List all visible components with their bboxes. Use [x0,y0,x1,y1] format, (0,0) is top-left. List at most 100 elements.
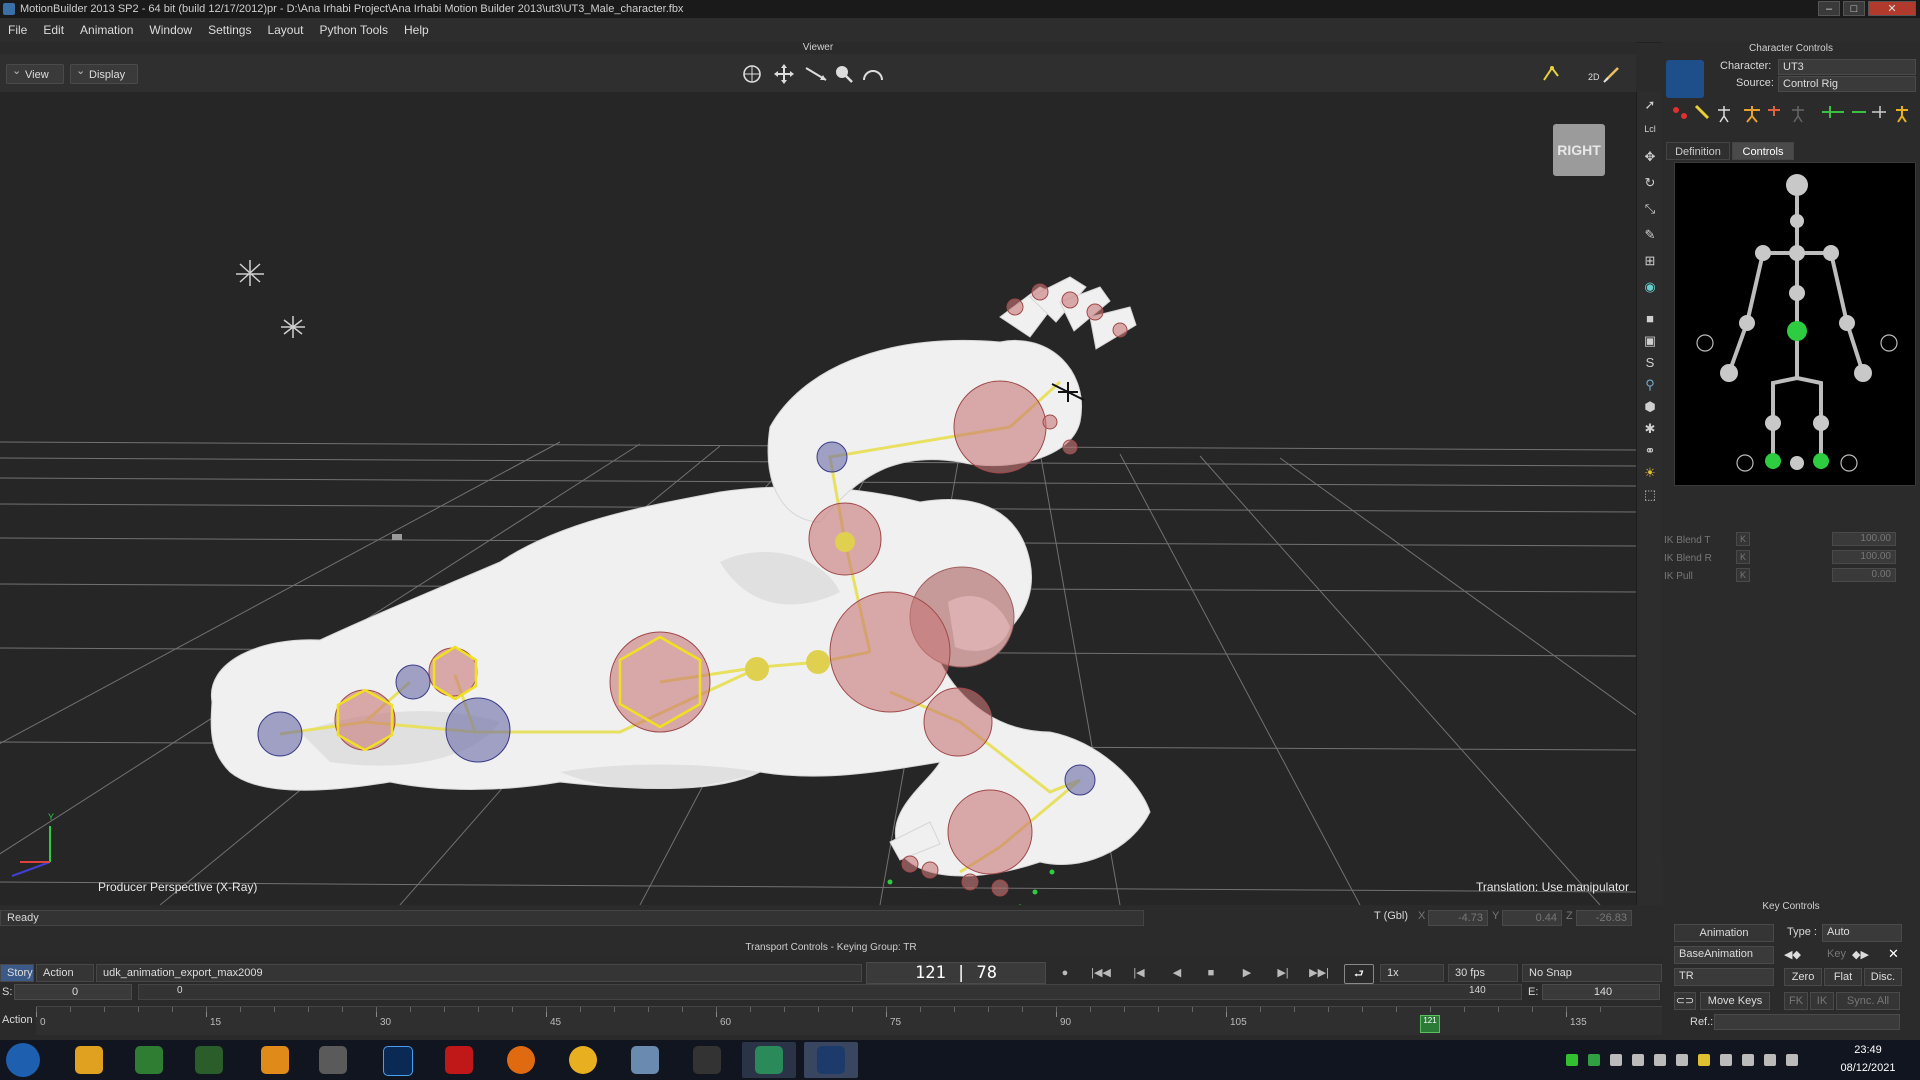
flat-button[interactable]: Flat [1824,968,1862,986]
light-icon[interactable] [236,260,264,286]
frame-icon[interactable]: ⬚ [1641,486,1659,504]
key-button[interactable]: Key [1827,948,1846,960]
ghost-icon[interactable] [1792,106,1804,123]
play-icon[interactable]: ▶ [1236,964,1258,982]
frame-counter[interactable]: 121 | 78 [866,962,1046,984]
current-frame-marker[interactable]: 121 [1420,1015,1440,1033]
taskbar-video-editor[interactable] [680,1042,734,1078]
zoom-icon[interactable] [836,66,853,83]
tab-definition[interactable]: Definition [1666,142,1730,160]
type-select[interactable]: Auto [1822,924,1902,942]
pin-icon[interactable] [1694,104,1710,120]
tray-display-icon[interactable] [1786,1054,1798,1066]
menu-edit[interactable]: Edit [35,18,72,42]
source-select[interactable]: Control Rig [1778,76,1916,92]
disc-button[interactable]: Disc. [1864,968,1902,986]
x-value-field[interactable]: -4.73 [1428,910,1488,926]
range-slider[interactable]: 0 140 [138,984,1522,1000]
zero-button[interactable]: Zero [1784,968,1822,986]
clock-date[interactable]: 08/12/2021 [1828,1062,1908,1074]
loop-icon[interactable]: ⮐ [1344,964,1374,984]
key-mode-select[interactable]: Animation [1674,924,1774,942]
tray-check-icon[interactable] [1610,1054,1622,1066]
tray-monitor-icon[interactable] [1632,1054,1644,1066]
dolly-icon[interactable] [805,67,827,81]
taskbar-firefox[interactable] [494,1042,548,1078]
view-cube[interactable]: RIGHT [1553,124,1605,176]
play-backward-icon[interactable]: ◀ [1166,964,1188,982]
reach-icon[interactable] [1822,106,1844,118]
full-body-icon[interactable] [1673,107,1687,119]
transform-icon[interactable]: ✎ [1641,226,1659,244]
action-select[interactable]: Action [36,964,94,982]
tray-signal-icon[interactable] [1742,1054,1754,1066]
ik-blend-t-value[interactable]: 100.00 [1832,532,1896,546]
clock-time[interactable]: 23:49 [1828,1044,1908,1056]
go-end-icon[interactable]: ▶▶| [1308,964,1330,982]
release-pin-icon[interactable] [1768,106,1780,116]
taskbar-weather[interactable] [62,1042,116,1078]
character-body-map[interactable] [1674,162,1916,486]
tray-usb-icon[interactable] [1654,1054,1666,1066]
display-menu-button[interactable]: Display [70,61,138,84]
ik-blend-r-key-button[interactable]: K [1736,550,1750,564]
next-frame-icon[interactable]: ▶| [1272,964,1294,982]
view-menu-button[interactable]: View [6,61,64,84]
menu-python-tools[interactable]: Python Tools [311,18,396,42]
channel-select[interactable]: TR [1674,968,1774,986]
select-arrow-icon[interactable]: ➚ [1641,96,1659,114]
tray-window-icon[interactable] [1676,1054,1688,1066]
wand-icon[interactable]: ⚲ [1641,376,1659,394]
brush-icon[interactable] [1603,67,1619,83]
keying-toggle-icon[interactable]: ⊂⊃ [1674,992,1696,1010]
hexagon-icon[interactable]: ⬢ [1641,398,1659,416]
skeleton-mode-icon[interactable] [1744,106,1760,123]
menu-help[interactable]: Help [396,18,437,42]
cube-icon[interactable]: ■ [1641,310,1659,328]
take-select[interactable]: udk_animation_export_max2009 [96,964,862,982]
taskbar-tools[interactable] [306,1042,360,1078]
story-button[interactable]: Story [0,964,34,982]
orbit-icon[interactable] [743,65,761,83]
ik-button[interactable]: IK [1810,992,1834,1010]
curve-icon[interactable]: S [1641,354,1659,372]
fps-select[interactable]: 30 fps [1448,964,1518,982]
taskbar-excel[interactable] [122,1042,176,1078]
ik-blend-r-value[interactable]: 100.00 [1832,550,1896,564]
taskbar-network[interactable] [618,1042,672,1078]
tray-sync-icon[interactable] [1566,1054,1578,1066]
z-value-field[interactable]: -26.83 [1576,910,1632,926]
sync-all-button[interactable]: Sync. All [1836,992,1900,1010]
go-start-icon[interactable]: |◀◀ [1090,964,1112,982]
previous-key-icon[interactable]: ◀◆ [1784,948,1801,961]
y-value-field[interactable]: 0.44 [1502,910,1562,926]
start-frame-field[interactable]: 0 [14,984,132,1000]
pivot-icon[interactable]: ⊞ [1641,252,1659,270]
taskbar-terminal[interactable] [182,1042,236,1078]
rotate-icon[interactable]: ↻ [1641,174,1659,192]
fk-button[interactable]: FK [1784,992,1808,1010]
cube-outline-icon[interactable]: ▣ [1641,332,1659,350]
trajectory-icon[interactable] [1543,66,1559,81]
previous-frame-icon[interactable]: |◀ [1128,964,1150,982]
menu-window[interactable]: Window [141,18,200,42]
taskbar-chrome[interactable] [556,1042,610,1078]
character-logo-icon[interactable] [1666,60,1704,98]
light-icon[interactable] [281,316,305,338]
taskbar-sublime[interactable] [248,1042,302,1078]
skeleton-icon[interactable]: ✱ [1641,420,1659,438]
ik-blend-t-key-button[interactable]: K [1736,532,1750,546]
speed-select[interactable]: 1x [1380,964,1444,982]
close-button[interactable]: ✕ [1868,1,1916,16]
menu-animation[interactable]: Animation [72,18,141,42]
3d-viewport[interactable]: Y RIGHT Producer Perspective (X-Ray) Tra… [0,92,1636,905]
start-button-icon[interactable] [6,1043,40,1077]
body-part-icon[interactable] [1718,106,1730,123]
tray-volume-icon[interactable] [1764,1054,1776,1066]
tab-controls[interactable]: Controls [1732,142,1794,160]
2d-mode-label[interactable]: 2D [1588,72,1600,82]
sun-icon[interactable]: ☀ [1641,464,1659,482]
menu-file[interactable]: File [0,18,35,42]
tray-flag-icon[interactable] [1720,1054,1732,1066]
stance-icon[interactable] [1896,106,1908,123]
